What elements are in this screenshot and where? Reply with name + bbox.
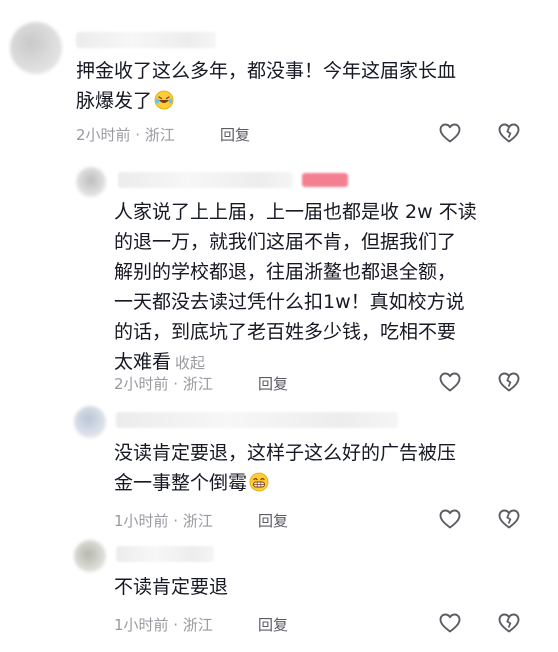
avatar[interactable] [74, 540, 106, 572]
reply-button[interactable]: 回复 [258, 614, 288, 635]
time-location: 2小时前 · 浙江 [114, 375, 213, 393]
comment-line: 没读肯定要退，这样子这么好的广告被压 [114, 442, 457, 464]
collapse-link[interactable]: 收起 [175, 354, 205, 372]
avatar[interactable] [10, 22, 62, 74]
comment-text: 没读肯定要退，这样子这么好的广告被压 金一事整个倒霉 [114, 438, 544, 498]
comment-line: 不读肯定要退 [114, 576, 229, 598]
comment-text: 人家说了上上届，上一届也都是收 2w 不读 的退一万，就我们这届不肯，但据我们了… [114, 197, 544, 378]
comment-line: 押金收了这么多年，都没事！今年这届家长血 [76, 60, 457, 82]
comment-text: 不读肯定要退 [114, 572, 544, 602]
broken-heart-icon[interactable] [497, 611, 521, 635]
reply-button[interactable]: 回复 [220, 124, 250, 145]
time-location: 1小时前 · 浙江 [114, 512, 213, 530]
comment-line: 解别的学校都退，往届浙鳌也都退全额， [114, 261, 457, 283]
avatar[interactable] [76, 167, 106, 197]
comment-line: 脉爆发了 [76, 90, 153, 112]
author-badge [302, 173, 348, 187]
broken-heart-icon[interactable] [497, 121, 521, 145]
username-blurred[interactable] [76, 32, 216, 48]
time-location: 2小时前 · 浙江 [76, 126, 175, 144]
time-location: 1小时前 · 浙江 [114, 616, 213, 634]
comment-line: 人家说了上上届，上一届也都是收 2w 不读 [114, 201, 477, 223]
laughing-tears-emoji [154, 90, 174, 110]
heart-outline-icon[interactable] [438, 121, 462, 145]
heart-outline-icon[interactable] [438, 370, 462, 394]
broken-heart-icon[interactable] [497, 370, 521, 394]
comment-line: 一天都没去读过凭什么扣1w！真如校方说 [114, 291, 465, 313]
comment-line: 金一事整个倒霉 [114, 472, 248, 494]
reply-button[interactable]: 回复 [258, 373, 288, 394]
grinning-emoji [249, 472, 269, 492]
username-blurred[interactable] [116, 412, 398, 428]
comment-line: 太难看 [114, 351, 172, 373]
heart-outline-icon[interactable] [438, 507, 462, 531]
heart-outline-icon[interactable] [438, 611, 462, 635]
username-blurred[interactable] [118, 172, 293, 188]
username-blurred[interactable] [116, 546, 214, 562]
comment-text: 押金收了这么多年，都没事！今年这届家长血 脉爆发了 [76, 56, 536, 116]
comment-line: 的话，到底坑了老百姓多少钱，吃相不要 [114, 321, 457, 343]
reply-button[interactable]: 回复 [258, 510, 288, 531]
comment-line: 的退一万，就我们这届不肯，但据我们了 [114, 231, 457, 253]
avatar[interactable] [74, 406, 106, 438]
broken-heart-icon[interactable] [497, 507, 521, 531]
